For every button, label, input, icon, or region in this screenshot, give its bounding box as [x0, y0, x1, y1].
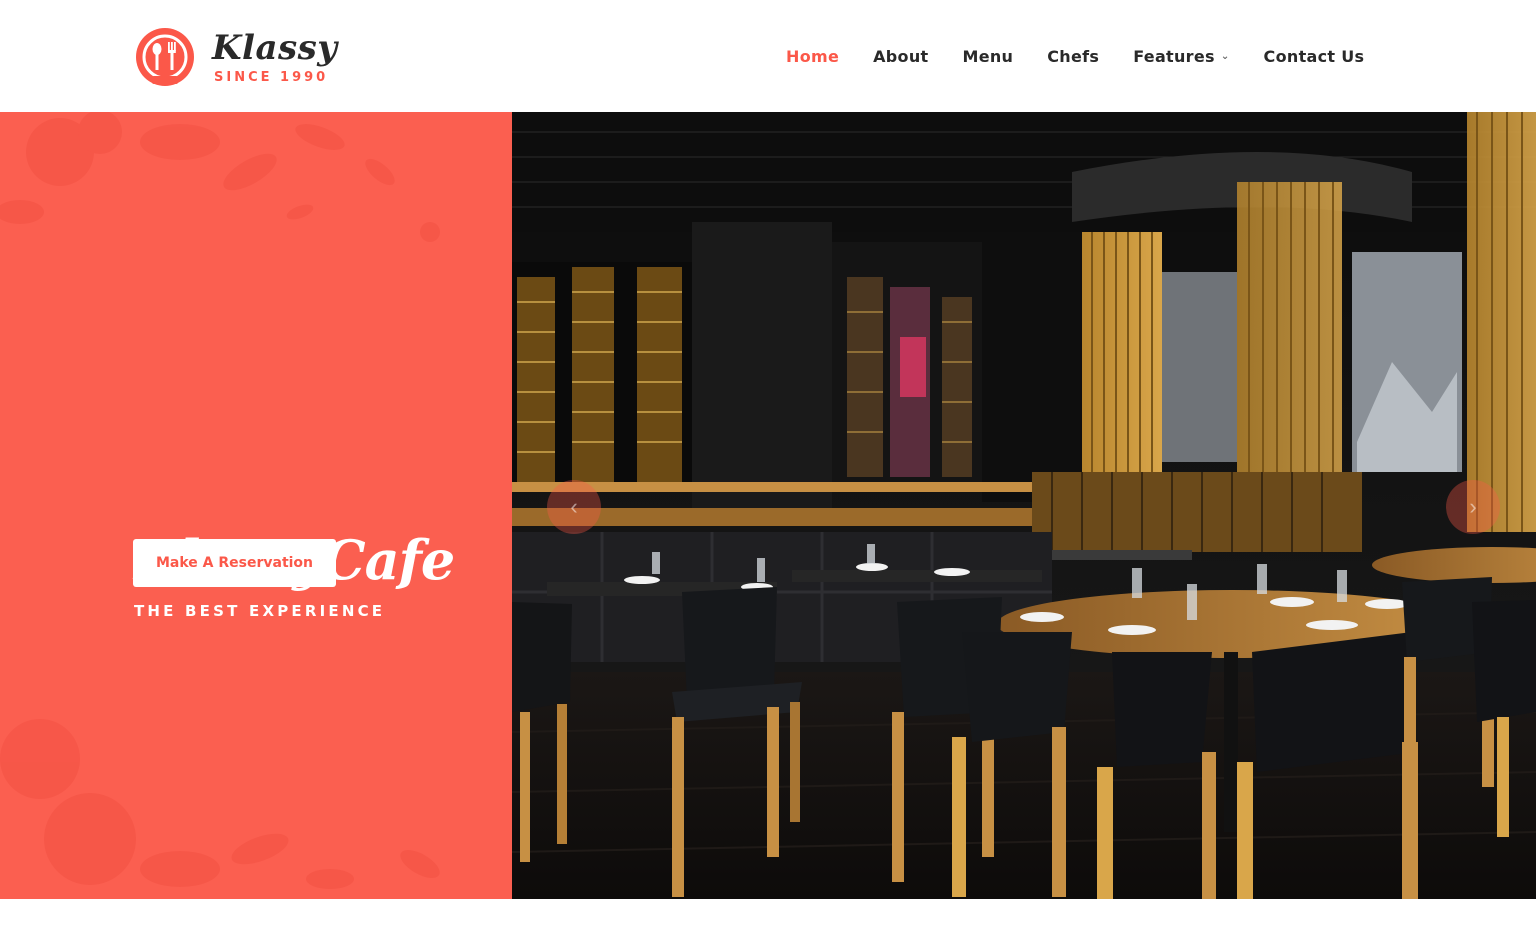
floral-decoration-bottom: [0, 719, 440, 889]
restaurant-interior-illustration: [512, 112, 1536, 899]
nav-contact-label: Contact Us: [1263, 46, 1365, 66]
hero-text-panel: KlassyCafe THE BEST EXPERIENCE: [0, 112, 512, 899]
chevron-down-icon: ⌄: [1220, 50, 1230, 62]
site-header: Klassy SINCE 1990 Home About Menu Chefs …: [0, 0, 1536, 112]
nav-home[interactable]: Home: [786, 47, 839, 66]
nav-about[interactable]: About: [873, 47, 928, 66]
nav-menu[interactable]: Menu: [962, 47, 1013, 66]
brand-name: Klassy: [212, 28, 338, 68]
main-nav: Home About Menu Chefs Features ⌄ Contact …: [786, 44, 1364, 68]
brand-tagline: SINCE 1990: [214, 70, 329, 85]
hero-subtitle: THE BEST EXPERIENCE: [134, 602, 386, 620]
chevron-right-icon: ›: [1469, 494, 1477, 519]
nav-menu-label: Menu: [962, 46, 1014, 66]
make-reservation-button[interactable]: Make A Reservation: [133, 539, 336, 587]
nav-home-label: Home: [786, 46, 840, 66]
nav-chefs-label: Chefs: [1047, 46, 1100, 66]
hero-image: [512, 112, 1536, 899]
slider-next-button[interactable]: ›: [1446, 480, 1500, 534]
nav-chefs[interactable]: Chefs: [1047, 47, 1099, 66]
slider-prev-button[interactable]: ‹: [547, 480, 601, 534]
nav-contact[interactable]: Contact Us: [1264, 47, 1365, 66]
below-fold-area: [0, 899, 1536, 942]
nav-features-label: Features: [1133, 46, 1215, 66]
nav-features[interactable]: Features ⌄: [1133, 47, 1229, 66]
brand-logo[interactable]: Klassy SINCE 1990: [134, 26, 337, 90]
chevron-left-icon: ‹: [570, 494, 578, 519]
floral-decoration-top: [0, 112, 440, 242]
fork-spoon-icon: [136, 28, 194, 86]
nav-about-label: About: [873, 46, 929, 66]
